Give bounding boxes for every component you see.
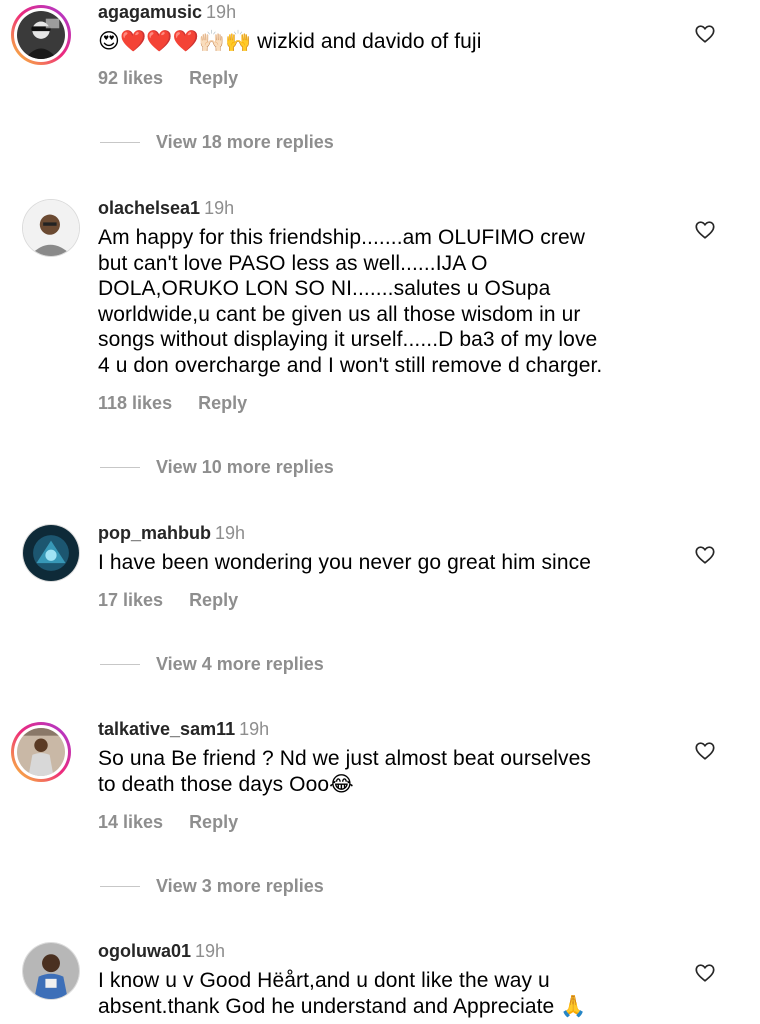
timestamp: 19h: [239, 719, 270, 739]
avatar[interactable]: [11, 5, 71, 65]
comment-meta: 17 likes Reply: [98, 590, 238, 610]
timestamp: 19h: [204, 198, 235, 218]
avatar[interactable]: [22, 524, 80, 582]
comment-header: pop_mahbub 19h: [98, 523, 245, 543]
likes-count[interactable]: 118 likes: [98, 393, 172, 413]
reply-button[interactable]: Reply: [198, 393, 247, 413]
reply-button[interactable]: Reply: [189, 812, 238, 832]
username[interactable]: olachelsea1: [98, 198, 200, 218]
comment-text: I know u v Good Hëårt,and u dont like th…: [98, 969, 587, 1018]
username[interactable]: pop_mahbub: [98, 523, 211, 543]
divider: [100, 886, 140, 887]
view-more-replies-label: View 3 more replies: [156, 876, 324, 896]
heart-outline-icon[interactable]: [694, 740, 716, 762]
timestamp: 19h: [206, 2, 237, 22]
comment-header: ogoluwa01 19h: [98, 941, 225, 961]
username[interactable]: agagamusic: [98, 2, 202, 22]
comment-meta: 14 likes Reply: [98, 812, 238, 832]
comment-meta: 92 likes Reply: [98, 68, 238, 88]
likes-count[interactable]: 92 likes: [98, 68, 163, 88]
comment-header: olachelsea1 19h: [98, 198, 234, 218]
timestamp: 19h: [215, 523, 246, 543]
username[interactable]: talkative_sam11: [98, 719, 235, 739]
likes-count[interactable]: 17 likes: [98, 590, 163, 610]
view-more-replies-label: View 18 more replies: [156, 132, 334, 152]
heart-outline-icon[interactable]: [694, 23, 716, 45]
comment-header: agagamusic 19h: [98, 2, 236, 22]
comment-text: I have been wondering you never go great…: [98, 551, 591, 574]
timestamp: 19h: [195, 941, 226, 961]
divider: [100, 142, 140, 143]
view-more-replies[interactable]: View 18 more replies: [100, 132, 334, 153]
comments-feed: agagamusic 19h 😍❤️❤️❤️🙌🏻🙌 wizkid and davi…: [0, 0, 760, 1024]
divider: [100, 467, 140, 468]
comment-header: talkative_sam11 19h: [98, 719, 269, 739]
comment-text: 😍❤️❤️❤️🙌🏻🙌 wizkid and davido of fuji: [98, 30, 482, 53]
view-more-replies-label: View 10 more replies: [156, 457, 334, 477]
heart-outline-icon[interactable]: [694, 544, 716, 566]
view-more-replies[interactable]: View 3 more replies: [100, 876, 324, 897]
avatar[interactable]: [11, 722, 71, 782]
reply-button[interactable]: Reply: [189, 590, 238, 610]
comment-text: So una Be friend ? Nd we just almost bea…: [98, 747, 592, 796]
heart-outline-icon[interactable]: [694, 962, 716, 984]
comment-text: Am happy for this friendship.......am OL…: [98, 226, 603, 377]
heart-outline-icon[interactable]: [694, 219, 716, 241]
reply-button[interactable]: Reply: [189, 68, 238, 88]
username[interactable]: ogoluwa01: [98, 941, 191, 961]
comment-meta: 118 likes Reply: [98, 393, 247, 413]
view-more-replies[interactable]: View 4 more replies: [100, 654, 324, 675]
likes-count[interactable]: 14 likes: [98, 812, 163, 832]
view-more-replies[interactable]: View 10 more replies: [100, 457, 334, 478]
avatar[interactable]: [22, 199, 80, 257]
divider: [100, 664, 140, 665]
avatar[interactable]: [22, 942, 80, 1000]
view-more-replies-label: View 4 more replies: [156, 654, 324, 674]
